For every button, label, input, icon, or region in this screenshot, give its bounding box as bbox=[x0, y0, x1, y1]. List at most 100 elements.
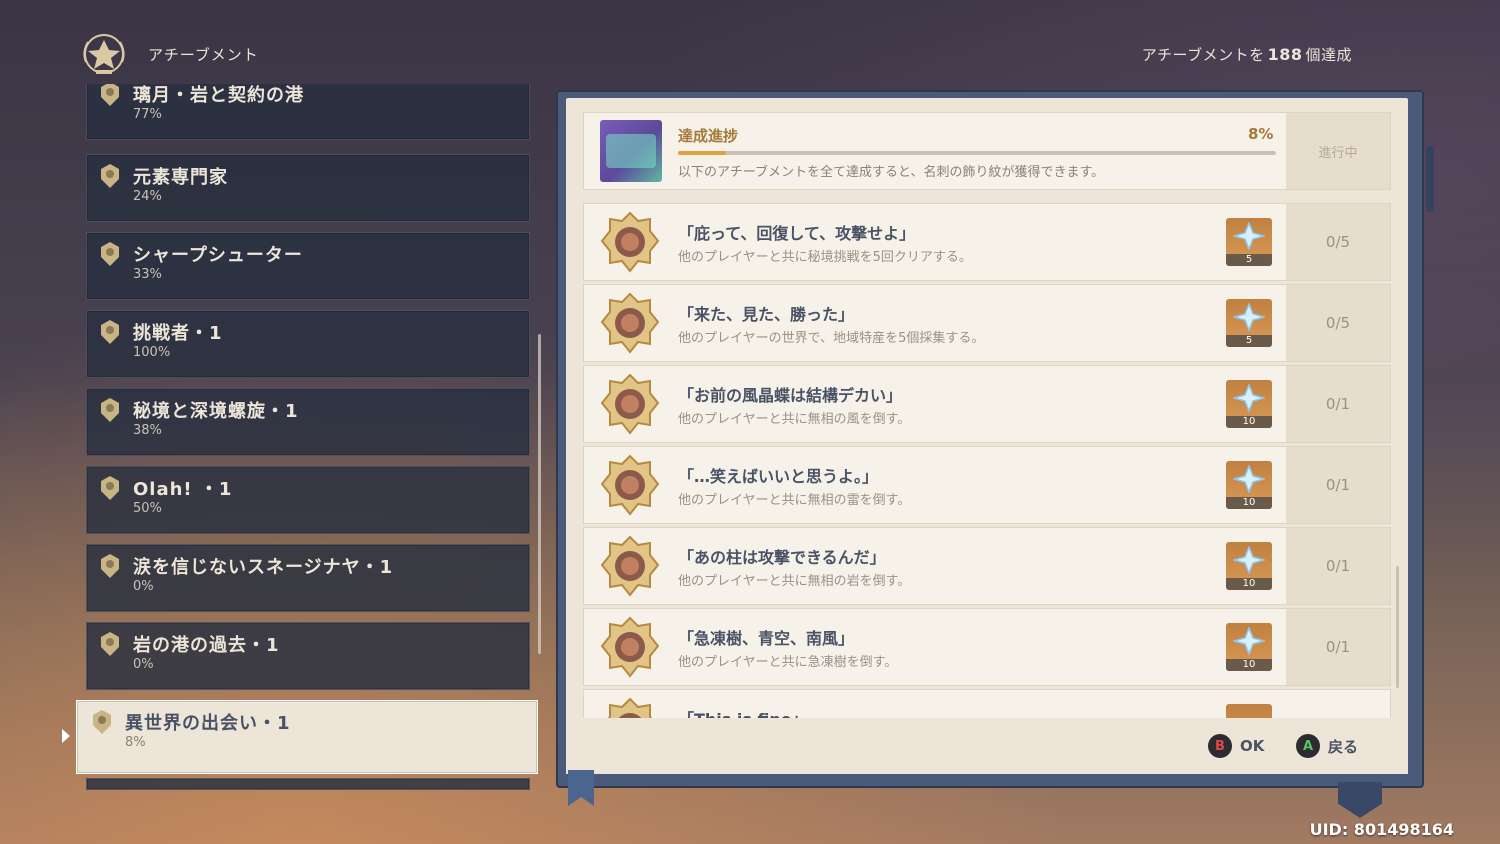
back-button-label: 戻る bbox=[1328, 737, 1359, 756]
b-button-icon: B bbox=[1208, 734, 1232, 758]
achievement-medal-icon bbox=[600, 211, 660, 273]
achievement-medal-icon bbox=[600, 373, 660, 435]
achievement-medal-icon bbox=[600, 292, 660, 354]
category-name: 異世界の出会い・1 bbox=[125, 713, 291, 734]
achievement-row[interactable]: 「あの柱は攻撃できるんだ」他のプレイヤーと共に無相の岩を倒す。 10 0/1 bbox=[583, 527, 1391, 605]
category-badge-icon bbox=[101, 164, 119, 188]
achievement-count-suffix: 個達成 bbox=[1305, 46, 1352, 64]
category-item[interactable]: 元素専門家 24% bbox=[86, 154, 530, 222]
achievement-description: 他のプレイヤーと共に秘境挑戦を5回クリアする。 bbox=[678, 250, 972, 265]
achievement-progress: 0/5 bbox=[1286, 285, 1390, 361]
achievement-progress: 0/1 bbox=[1286, 528, 1390, 604]
reward-amount: 10 bbox=[1226, 416, 1272, 428]
player-uid: UID: 801498164 bbox=[1309, 820, 1454, 839]
category-percent: 0% bbox=[133, 579, 154, 594]
category-name: 岩の港の過去・1 bbox=[133, 635, 280, 656]
category-item[interactable]: Olah! ・1 50% bbox=[86, 466, 530, 534]
reward-amount: 10 bbox=[1226, 659, 1272, 671]
category-badge-icon bbox=[101, 476, 119, 500]
progress-bar-fill bbox=[678, 151, 726, 155]
category-item[interactable]: シャープシューター 33% bbox=[86, 232, 530, 300]
achievement-count-prefix: アチーブメントを bbox=[1141, 46, 1265, 64]
category-badge-icon bbox=[101, 242, 119, 266]
achievement-count: アチーブメントを 188 個達成 bbox=[1142, 44, 1352, 65]
category-name: 挑戦者・1 bbox=[133, 323, 223, 344]
category-percent: 38% bbox=[133, 423, 162, 438]
category-scrollbar[interactable] bbox=[538, 334, 541, 654]
achievement-progress: 0/5 bbox=[1286, 204, 1390, 280]
bookmark-ribbon bbox=[568, 770, 594, 806]
achievement-description: 他のプレイヤーと共に急凍樹を倒す。 bbox=[678, 655, 898, 670]
achievement-progress: 0/1 bbox=[1286, 366, 1390, 442]
progress-status: 進行中 bbox=[1286, 113, 1390, 189]
category-percent: 24% bbox=[133, 189, 162, 204]
achievement-row[interactable]: 「来た、見た、勝った」他のプレイヤーの世界で、地域特産を5個採集する。 5 0/5 bbox=[583, 284, 1391, 362]
back-button[interactable]: A 戻る bbox=[1296, 734, 1358, 758]
reward-amount: 10 bbox=[1226, 497, 1272, 509]
achievement-description: 他のプレイヤーと共に無相の雷を倒す。 bbox=[678, 493, 911, 508]
category-badge-icon bbox=[101, 84, 119, 106]
progress-description: 以下のアチーブメントを全て達成すると、名刺の飾り紋が獲得できます。 bbox=[678, 165, 1105, 180]
progress-bar bbox=[678, 151, 1276, 155]
selection-arrow-icon bbox=[62, 729, 70, 743]
category-item[interactable]: 璃月・岩と契約の港 77% bbox=[86, 84, 530, 140]
achievement-row[interactable]: 「急凍樹、青空、南風」 他のプレイヤーと共に急凍樹を倒す。 10 0/1 bbox=[583, 608, 1391, 686]
reward-amount: 5 bbox=[1226, 335, 1272, 347]
achievement-medal-icon bbox=[600, 616, 660, 678]
primogem-reward: 10 bbox=[1226, 461, 1272, 509]
ok-button-label: OK bbox=[1240, 737, 1265, 755]
category-item[interactable] bbox=[86, 778, 530, 790]
category-badge-icon bbox=[101, 320, 119, 344]
category-percent: 100% bbox=[133, 345, 171, 360]
ok-button[interactable]: B OK bbox=[1208, 734, 1264, 758]
primogem-reward: 5 bbox=[1226, 299, 1272, 347]
category-badge-icon bbox=[101, 398, 119, 422]
achievement-description: 他のプレイヤーの世界で、地域特産を5個採集する。 bbox=[678, 331, 985, 346]
achievement-description: 他のプレイヤーと共に無相の風を倒す。 bbox=[678, 412, 911, 427]
achievement-name: 「お前の風晶蝶は結構デカい」 bbox=[678, 386, 903, 405]
category-item[interactable]: 岩の港の過去・1 0% bbox=[86, 622, 530, 690]
category-item[interactable]: 涙を信じないスネージナヤ・1 0% bbox=[86, 544, 530, 612]
book-clasp bbox=[1338, 782, 1382, 818]
achievement-row[interactable]: 「庇って、回復して、攻撃せよ」他のプレイヤーと共に秘境挑戦を5回クリアする。 5 0… bbox=[583, 203, 1391, 281]
achievement-description: 他のプレイヤーと共に無相の岩を倒す。 bbox=[678, 574, 911, 589]
category-name: 秘境と深境螺旋・1 bbox=[133, 401, 299, 422]
achievement-row[interactable]: 「This is fine」 bbox=[583, 689, 1391, 720]
category-item[interactable]: 挑戦者・1 100% bbox=[86, 310, 530, 378]
achievement-progress: 0/1 bbox=[1286, 609, 1390, 685]
achievement-medal-icon bbox=[600, 697, 660, 720]
category-list[interactable]: 璃月・岩と契約の港 77% 元素専門家 24% シャープシューター 33% 挑戦… bbox=[84, 84, 530, 790]
page-title: アチーブメント bbox=[148, 46, 259, 64]
achievement-medal-icon bbox=[600, 454, 660, 516]
achievement-name: 「…笑えばいいと思うよ。」 bbox=[678, 467, 879, 486]
completion-progress-card: 達成進捗 8% 以下のアチーブメントを全て達成すると、名刺の飾り紋が獲得できます… bbox=[583, 112, 1391, 190]
achievement-name: 「来た、見た、勝った」 bbox=[678, 305, 855, 324]
a-button-icon: A bbox=[1296, 734, 1320, 758]
achievement-medal-icon bbox=[600, 535, 660, 597]
achievement-emblem-icon bbox=[83, 34, 125, 74]
reward-amount: 5 bbox=[1226, 254, 1272, 266]
category-item[interactable]: 秘境と深境螺旋・1 38% bbox=[86, 388, 530, 456]
category-percent: 8% bbox=[125, 735, 146, 750]
category-name: 涙を信じないスネージナヤ・1 bbox=[133, 557, 394, 578]
primogem-reward: 10 bbox=[1226, 380, 1272, 428]
achievement-progress: 0/1 bbox=[1286, 447, 1390, 523]
achievement-scrollbar[interactable] bbox=[1396, 566, 1399, 688]
reward-amount: 10 bbox=[1226, 578, 1272, 590]
achievement-count-value: 188 bbox=[1267, 45, 1303, 64]
achievement-row[interactable]: 「…笑えばいいと思うよ。」他のプレイヤーと共に無相の雷を倒す。 10 0/1 bbox=[583, 446, 1391, 524]
category-percent: 33% bbox=[133, 267, 162, 282]
primogem-reward: 10 bbox=[1226, 542, 1272, 590]
achievement-row[interactable]: 「お前の風晶蝶は結構デカい」他のプレイヤーと共に無相の風を倒す。 10 0/1 bbox=[583, 365, 1391, 443]
category-percent: 77% bbox=[133, 107, 162, 122]
category-name: シャープシューター bbox=[133, 245, 303, 266]
primogem-reward: 5 bbox=[1226, 218, 1272, 266]
achievement-name: 「庇って、回復して、攻撃せよ」 bbox=[678, 224, 916, 243]
category-badge-icon bbox=[101, 632, 119, 656]
primogem-reward: 10 bbox=[1226, 623, 1272, 671]
achievement-name: 「あの柱は攻撃できるんだ」 bbox=[678, 548, 886, 567]
progress-percent: 8% bbox=[1248, 125, 1274, 143]
category-badge-icon bbox=[93, 710, 111, 734]
category-item-selected[interactable]: 異世界の出会い・1 8% bbox=[76, 700, 538, 774]
category-badge-icon bbox=[101, 554, 119, 578]
